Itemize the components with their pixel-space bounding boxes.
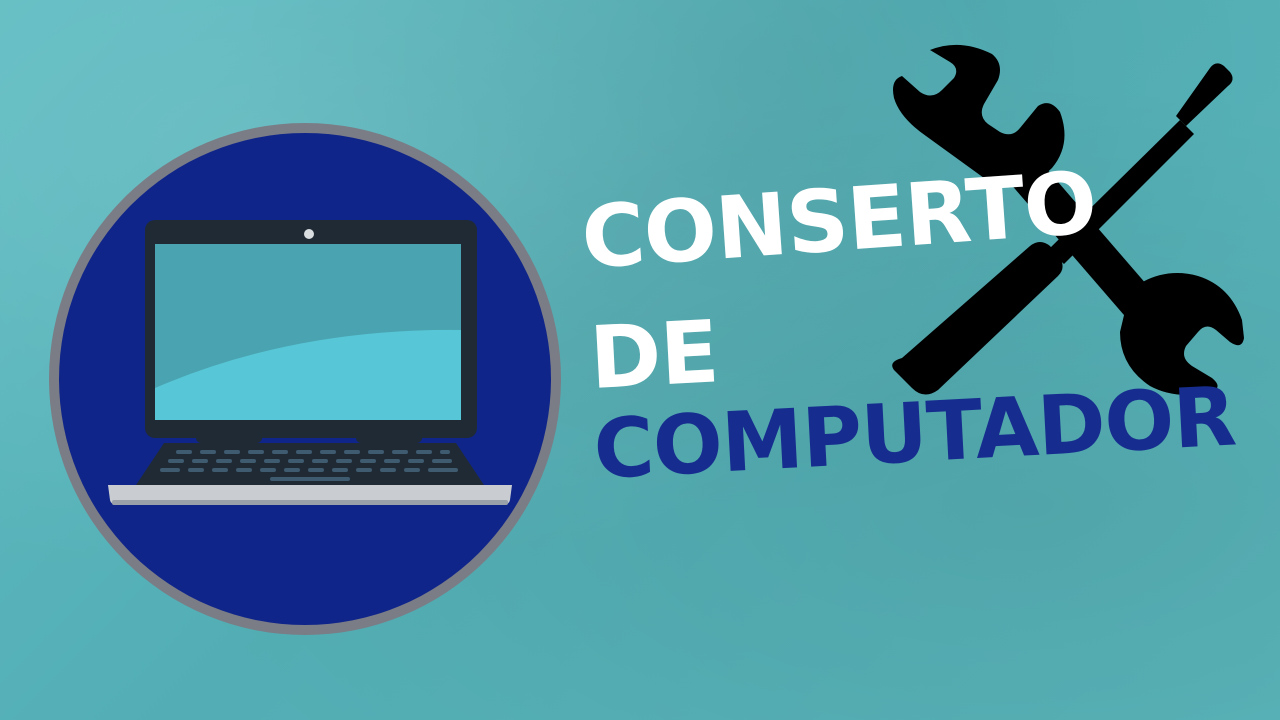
laptop-icon bbox=[49, 123, 561, 635]
laptop-hinge-left bbox=[196, 433, 262, 443]
laptop-base-shadow bbox=[112, 500, 508, 505]
laptop-camera bbox=[304, 229, 314, 239]
laptop-hinge-right bbox=[356, 433, 422, 443]
title-line-de: DE bbox=[587, 302, 721, 409]
